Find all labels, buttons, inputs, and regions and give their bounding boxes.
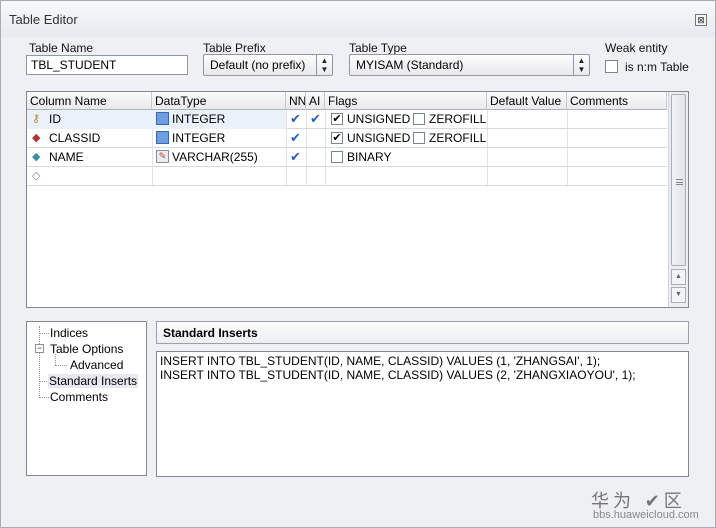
zerofill-checkbox[interactable] — [413, 132, 425, 144]
col-header-name[interactable]: Column Name — [27, 92, 152, 110]
scrollbar-thumb[interactable] — [671, 94, 686, 266]
nm-table-label: is n:m Table — [625, 60, 689, 74]
collapse-icon[interactable]: − — [35, 344, 44, 353]
nn-check-icon[interactable]: ✔ — [290, 130, 301, 146]
panel-title: Standard Inserts — [156, 321, 689, 344]
col-header-datatype[interactable]: DataType — [152, 92, 286, 110]
zerofill-label: ZEROFILL — [429, 131, 487, 145]
col-header-comments[interactable]: Comments — [567, 92, 667, 110]
scroll-up-button[interactable]: ▲ — [671, 269, 686, 285]
column-diamond-icon: ◆ — [32, 151, 41, 163]
table-type-label: Table Type — [349, 41, 407, 55]
table-prefix-value: Default (no prefix) — [210, 58, 306, 72]
unsigned-label: UNSIGNED — [347, 131, 411, 145]
tree-item-comments[interactable]: Comments — [49, 390, 109, 404]
grid-scrollbar[interactable]: ▲ ▼ — [668, 92, 688, 307]
unsigned-label: UNSIGNED — [347, 112, 411, 126]
table-name-label: Table Name — [29, 41, 94, 55]
table-type-select[interactable]: MYISAM (Standard) ▲ ▼ — [349, 54, 590, 76]
nn-check-icon[interactable]: ✔ — [290, 149, 301, 165]
column-datatype: INTEGER — [172, 131, 226, 145]
column-name: ID — [49, 112, 61, 126]
unsigned-checkbox[interactable]: ✔ — [331, 132, 343, 144]
table-name-input[interactable]: TBL_STUDENT — [26, 55, 188, 75]
integer-type-icon — [156, 131, 169, 144]
scroll-down-button[interactable]: ▼ — [671, 287, 686, 303]
table-prefix-label: Table Prefix — [203, 41, 266, 55]
sql-line: INSERT INTO TBL_STUDENT(ID, NAME, CLASSI… — [160, 354, 601, 368]
table-editor-window: Table Editor ⊠ Table Name TBL_STUDENT Ta… — [0, 0, 716, 528]
table-prefix-select[interactable]: Default (no prefix) ▲ ▼ — [203, 54, 333, 76]
ai-check-icon[interactable]: ✔ — [310, 111, 321, 127]
binary-checkbox[interactable] — [331, 151, 343, 163]
column-name: NAME — [49, 150, 84, 164]
varchar-type-icon: ✎ — [156, 150, 169, 163]
watermark-url: bbs.huaweicloud.com — [593, 509, 699, 521]
integer-type-icon — [156, 112, 169, 125]
unsigned-checkbox[interactable]: ✔ — [331, 113, 343, 125]
sql-line: INSERT INTO TBL_STUDENT(ID, NAME, CLASSI… — [160, 368, 636, 382]
title-bar: Table Editor ⊠ — [1, 1, 715, 37]
updown-arrow-icon: ▲ ▼ — [316, 55, 332, 75]
column-name: CLASSID — [49, 131, 101, 145]
table-row[interactable]: ◆ CLASSID INTEGER ✔ ✔ UNSIGNED ZEROFILL — [27, 129, 667, 148]
col-header-nn[interactable]: NN — [286, 92, 306, 110]
new-row-diamond-icon: ◇ — [32, 170, 41, 182]
col-header-default[interactable]: Default Value — [487, 92, 567, 110]
tree-item-advanced[interactable]: Advanced — [69, 358, 124, 372]
tree-item-standard-inserts[interactable]: Standard Inserts — [48, 374, 139, 388]
updown-arrow-icon: ▲ ▼ — [573, 55, 589, 75]
tree-item-indices[interactable]: Indices — [49, 326, 89, 340]
column-datatype: INTEGER — [172, 112, 226, 126]
watermark: 华为 ✔区 bbs.huaweicloud.com — [591, 487, 699, 521]
foreign-key-diamond-icon: ◆ — [32, 132, 41, 144]
key-icon: ⚷ — [32, 113, 41, 125]
zerofill-checkbox[interactable] — [413, 113, 425, 125]
col-header-flags[interactable]: Flags — [325, 92, 487, 110]
table-row[interactable]: ⚷ ID INTEGER ✔ ✔ ✔ UNSIGNED ZEROFILL — [27, 110, 667, 129]
col-header-ai[interactable]: AI — [306, 92, 325, 110]
table-row[interactable]: ◆ NAME ✎ VARCHAR(255) ✔ BINARY — [27, 148, 667, 167]
options-tree: − Indices Table Options Advanced Standar… — [26, 321, 147, 476]
nn-check-icon[interactable]: ✔ — [290, 111, 301, 127]
tree-item-table-options[interactable]: Table Options — [49, 342, 124, 356]
close-button[interactable]: ⊠ — [695, 14, 707, 26]
nm-table-checkbox[interactable] — [605, 60, 618, 73]
sql-editor[interactable]: INSERT INTO TBL_STUDENT(ID, NAME, CLASSI… — [156, 351, 689, 477]
weak-entity-label: Weak entity — [605, 41, 668, 55]
table-type-value: MYISAM (Standard) — [356, 58, 464, 72]
columns-grid: Column Name DataType NN AI Flags Default… — [26, 91, 689, 308]
column-datatype: VARCHAR(255) — [172, 150, 258, 164]
binary-label: BINARY — [347, 150, 392, 164]
window-title: Table Editor — [9, 12, 78, 27]
zerofill-label: ZEROFILL — [429, 112, 487, 126]
table-row-new[interactable]: ◇ — [27, 167, 667, 186]
